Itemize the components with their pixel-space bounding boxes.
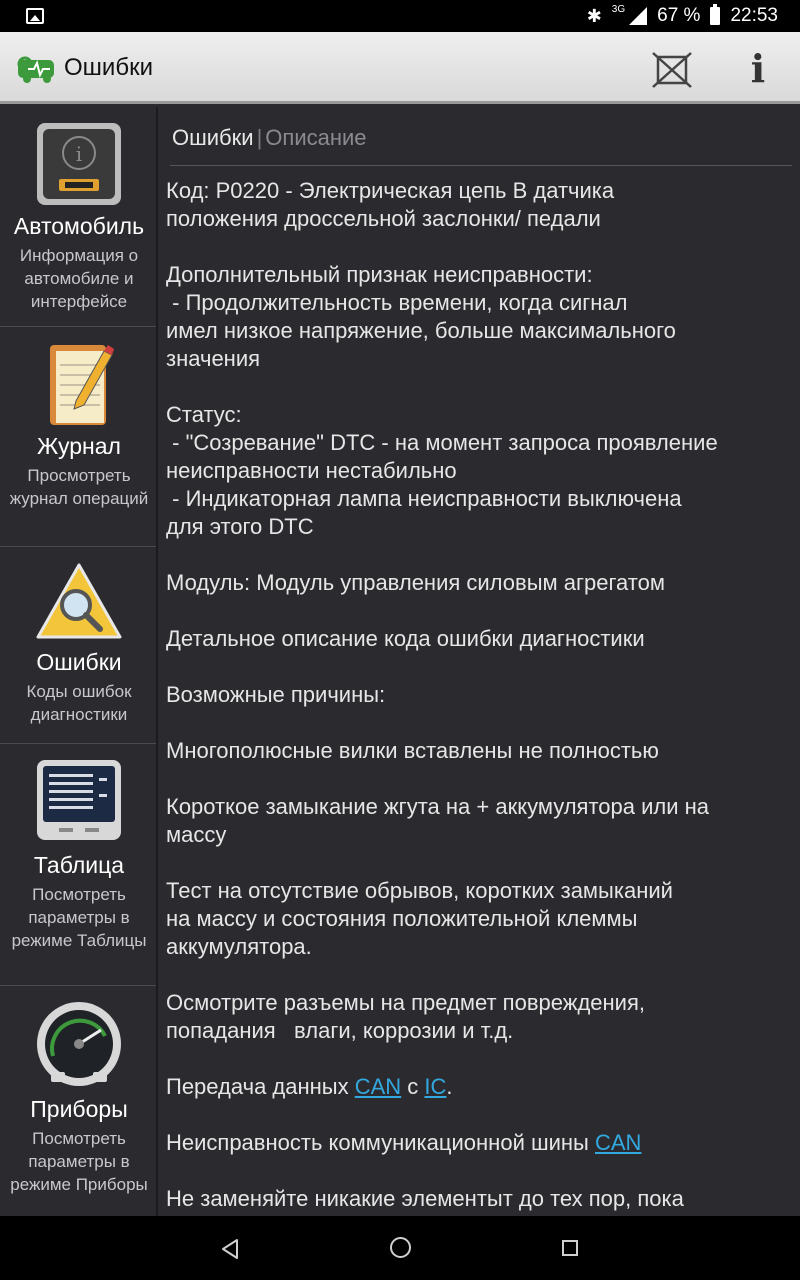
disconnect-button[interactable] bbox=[650, 50, 694, 90]
network-type: 3G bbox=[611, 3, 626, 15]
clock: 22:53 bbox=[730, 5, 778, 26]
extra-symptom: Дополнительный признак неисправности: - … bbox=[166, 262, 676, 371]
causes-heading: Возможные причины: bbox=[166, 682, 386, 707]
cause-short-circuit: Короткое замыкание жгута на + аккумулято… bbox=[166, 794, 710, 847]
detail-heading: Детальное описание кода ошибки диагности… bbox=[166, 626, 645, 651]
battery-icon bbox=[710, 4, 721, 25]
sidebar: i Автомобиль Информация о автомобиле и и… bbox=[0, 107, 158, 1216]
bus-fault-line: Неисправность коммуникационной шины CAN bbox=[166, 1129, 796, 1157]
error-code: Код: P0220 - Электрическая цепь B датчик… bbox=[166, 178, 615, 231]
ic-link[interactable]: IC bbox=[424, 1074, 446, 1099]
system-nav-bar bbox=[0, 1216, 800, 1280]
battery-percent: 67 % bbox=[657, 5, 701, 26]
tab-errors[interactable]: Ошибки bbox=[172, 125, 254, 150]
table-monitor-icon bbox=[37, 760, 121, 840]
app-bar: Ошибки i bbox=[0, 32, 800, 104]
sidebar-item-label: Автомобиль bbox=[13, 213, 145, 239]
data-transfer-prefix: Передача данных bbox=[166, 1074, 355, 1099]
test-instruction: Тест на отсутствие обрывов, коротких зам… bbox=[166, 878, 673, 959]
tab-bar: Ошибки | Описание bbox=[172, 125, 367, 151]
cause-connectors: Многополюсные вилки вставлены не полност… bbox=[166, 738, 659, 763]
data-transfer-mid: с bbox=[401, 1074, 425, 1099]
image-notification-icon bbox=[26, 8, 44, 24]
bus-fault-prefix: Неисправность коммуникационной шины bbox=[166, 1130, 595, 1155]
notepad-icon bbox=[50, 345, 114, 425]
info-button[interactable]: i bbox=[740, 46, 776, 92]
svg-text:i: i bbox=[76, 142, 82, 166]
error-description-panel: Ошибки | Описание Код: P0220 - Электрическ… bbox=[160, 107, 800, 1216]
status-bar: ✱ 3G 67 % 22:53 bbox=[0, 0, 800, 32]
sidebar-item-label: Таблица bbox=[33, 852, 125, 878]
sidebar-item-table[interactable]: Таблица Посмотреть параметры в режиме Та… bbox=[0, 744, 156, 986]
can-bus-link[interactable]: CAN bbox=[595, 1130, 641, 1155]
signal-icon bbox=[629, 7, 648, 25]
replace-warning: Не заменяйте никакие элементыт до тех по… bbox=[166, 1186, 684, 1211]
tab-separator: | bbox=[256, 125, 263, 150]
sidebar-item-journal[interactable]: Журнал Просмотреть журнал операций bbox=[0, 327, 156, 547]
sidebar-item-label: Ошибки bbox=[36, 649, 122, 675]
app-logo-icon bbox=[17, 56, 54, 83]
sidebar-item-gauges[interactable]: Приборы Посмотреть параметры в режиме Пр… bbox=[0, 986, 156, 1216]
sidebar-item-sub: Просмотреть журнал операций bbox=[9, 466, 149, 508]
status-text: Статус: - "Созревание" DTC - на момент з… bbox=[166, 402, 718, 539]
module-text: Модуль: Модуль управления силовым агрега… bbox=[166, 570, 665, 595]
sidebar-item-sub: Информация о автомобиле и интерфейсе bbox=[19, 246, 139, 311]
gauge-icon bbox=[37, 1002, 121, 1086]
recent-apps-button[interactable] bbox=[562, 1240, 578, 1256]
car-info-icon: i bbox=[37, 123, 121, 205]
data-transfer-suffix: . bbox=[446, 1074, 453, 1099]
page-title: Ошибки bbox=[64, 54, 153, 81]
status-icons: ✱ 3G 67 % 22:53 bbox=[587, 4, 778, 28]
warning-magnifier-icon bbox=[36, 563, 122, 639]
sidebar-item-label: Приборы bbox=[30, 1096, 128, 1122]
data-transfer-line: Передача данных CAN с IC. bbox=[166, 1073, 796, 1101]
sidebar-item-label: Журнал bbox=[37, 433, 121, 459]
tab-description[interactable]: Описание bbox=[265, 125, 366, 150]
error-description-text: Код: P0220 - Электрическая цепь B датчик… bbox=[166, 177, 796, 1216]
bluetooth-icon: ✱ bbox=[586, 5, 602, 26]
divider bbox=[170, 165, 792, 166]
can-link[interactable]: CAN bbox=[355, 1074, 401, 1099]
inspect-instruction: Осмотрите разъемы на предмет повреждения… bbox=[166, 990, 645, 1043]
home-button[interactable] bbox=[390, 1237, 411, 1258]
sidebar-item-car[interactable]: i Автомобиль Информация о автомобиле и и… bbox=[0, 107, 156, 327]
sidebar-item-errors[interactable]: Ошибки Коды ошибок диагностики bbox=[0, 547, 156, 744]
sidebar-item-sub: Посмотреть параметры в режиме Таблицы bbox=[11, 885, 147, 950]
sidebar-item-sub: Посмотреть параметры в режиме Приборы bbox=[10, 1129, 148, 1194]
sidebar-item-sub: Коды ошибок диагностики bbox=[26, 682, 132, 724]
back-button[interactable] bbox=[220, 1238, 240, 1260]
